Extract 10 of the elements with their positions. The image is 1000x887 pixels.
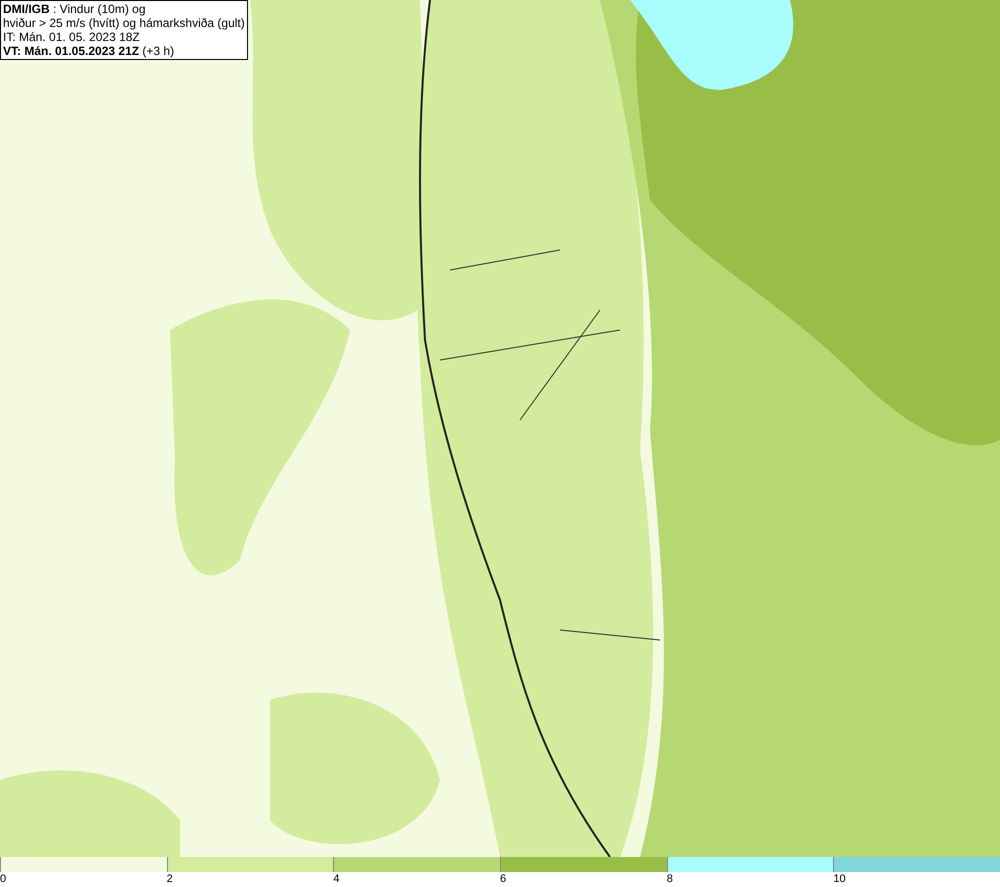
legend-tick-label: 0 [0, 873, 6, 885]
header-text-line: DMI/IGB : Vindur (10m) og [3, 2, 146, 16]
header-text-line: VT: Mán. 01.05.2023 21Z (+3 h) [3, 44, 176, 58]
header-text-line: hviður > 25 m/s (hvítt) og hámarkshviða (gult) [3, 16, 245, 30]
legend-tick-label: 2 [166, 873, 173, 885]
legend-tick-label: 10 [833, 873, 846, 885]
header-text-line: IT: Mán. 01. 05. 2023 18Z [3, 30, 141, 44]
legend-tick-label: 6 [500, 873, 506, 885]
legend-tick-label: 4 [333, 873, 340, 885]
legend-tick-label: 8 [666, 873, 673, 885]
